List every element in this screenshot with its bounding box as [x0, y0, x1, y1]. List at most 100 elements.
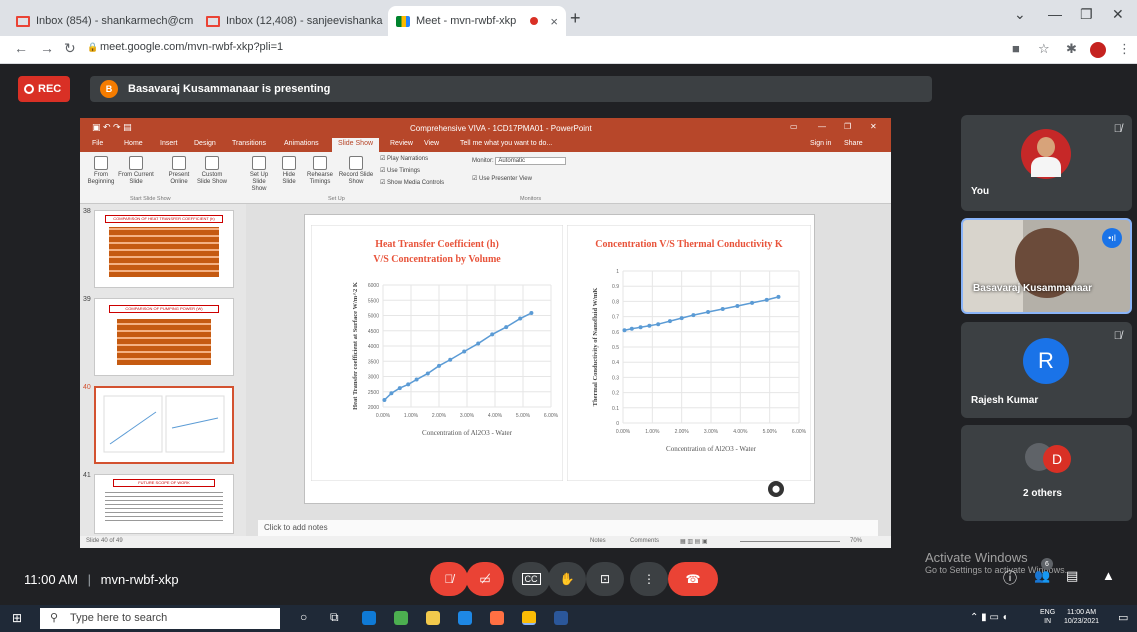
- rec-label: REC: [38, 83, 62, 95]
- x-tick-label: 3.00%: [704, 429, 719, 435]
- slide-thumbnail: COMPARISON OF PUMPING POWER (W): [94, 298, 234, 376]
- menu-icon[interactable]: ⋮: [1118, 41, 1131, 57]
- captions-button[interactable]: CC: [512, 562, 550, 596]
- ppt-tab: Transitions: [232, 140, 266, 147]
- y-tick-label: 3000: [368, 375, 379, 381]
- ppt-tab: Design: [194, 140, 216, 147]
- chart-title: Heat Transfer Coefficient (h): [375, 239, 499, 250]
- url-field[interactable]: meet.google.com/mvn-rwbf-xkp?pli=1: [100, 41, 283, 53]
- ppt-window-title: Comprehensive VIVA - 1CD17PMA01 - PowerP…: [410, 124, 592, 133]
- people-icon[interactable]: 👥: [1034, 568, 1050, 584]
- file-explorer-icon[interactable]: [426, 611, 440, 625]
- camera-toggle-button[interactable]: ▭̸: [466, 562, 504, 596]
- edge-icon[interactable]: [362, 611, 376, 625]
- tell-me-box: Tell me what you want to do...: [460, 140, 553, 147]
- data-point: [720, 307, 725, 311]
- windows-start-icon[interactable]: ⊞: [12, 611, 22, 625]
- end-call-button[interactable]: ☎: [668, 562, 718, 596]
- participant-avatar: D: [1043, 445, 1071, 473]
- sign-in-link: Sign in: [810, 140, 832, 147]
- thumb-charts: [103, 395, 225, 453]
- back-icon[interactable]: ←: [14, 40, 28, 56]
- data-point: [656, 322, 661, 327]
- ppt-tab: File: [92, 140, 104, 147]
- forward-icon[interactable]: →: [40, 40, 54, 56]
- hand-icon: ✋: [559, 572, 575, 586]
- store-icon[interactable]: [394, 611, 408, 625]
- restore-icon[interactable]: ❐: [1080, 6, 1093, 23]
- meeting-details[interactable]: 11:00 AM | mvn-rwbf-xkp: [24, 572, 179, 587]
- tab-gmail-1[interactable]: Inbox (854) - shankarmech@cm ×: [8, 6, 196, 36]
- participant-avatar: R: [1023, 338, 1069, 384]
- raise-hand-button[interactable]: ✋: [548, 562, 586, 596]
- y-tick-label: 0.3: [612, 375, 619, 381]
- minimize-icon[interactable]: —: [1048, 6, 1062, 22]
- recording-dot-icon: [530, 17, 539, 25]
- windows-taskbar: ⊞ ⚲ Type here to search ○ ⧉ ⌃ ▮ ▭ ◖ ENG I…: [0, 605, 1137, 632]
- task-view-icon[interactable]: ⧉: [330, 610, 339, 625]
- language-indicator[interactable]: ENG IN: [1040, 608, 1055, 626]
- cortana-icon[interactable]: ○: [300, 610, 307, 624]
- timer-icon: [313, 156, 327, 170]
- x-tick-label: 3.00%: [460, 413, 475, 419]
- data-point: [706, 310, 711, 315]
- custom-show-button: Custom Slide Show: [196, 156, 228, 186]
- chart-title: V/S Concentration by Volume: [373, 254, 501, 265]
- y-tick-label: 1: [616, 269, 619, 275]
- notifications-icon[interactable]: ▭: [1118, 611, 1128, 624]
- camera-icon[interactable]: ■: [1012, 41, 1020, 56]
- participant-tile-others[interactable]: D 2 others: [961, 425, 1132, 521]
- chevron-down-icon[interactable]: ⌄: [1014, 6, 1026, 23]
- data-point: [629, 326, 634, 331]
- meet-icon: [396, 15, 410, 27]
- word-icon[interactable]: [554, 611, 568, 625]
- meeting-info-icon[interactable]: ⓘ: [1003, 568, 1017, 588]
- x-tick-label: 1.00%: [404, 413, 419, 419]
- y-tick-label: 0.2: [612, 391, 619, 397]
- slide-nav-icon: ⬤: [768, 481, 784, 497]
- tab-meet[interactable]: Meet - mvn-rwbf-xkp ×: [388, 6, 566, 36]
- data-point: [382, 397, 387, 402]
- chat-icon[interactable]: ▤: [1066, 568, 1078, 584]
- firefox-icon[interactable]: [490, 611, 504, 625]
- extensions-icon[interactable]: ✱: [1066, 41, 1077, 57]
- activities-icon[interactable]: ▲: [1102, 568, 1115, 583]
- mic-toggle-button[interactable]: 🎙̸: [430, 562, 468, 596]
- mic-off-icon: 🎙̸: [1113, 330, 1122, 342]
- slide-number: 38: [83, 208, 91, 215]
- clock[interactable]: 11:00 AM 10/23/2021: [1064, 608, 1099, 626]
- chrome-icon[interactable]: [522, 611, 536, 625]
- group-label: Set Up: [328, 196, 345, 202]
- close-window-icon[interactable]: ✕: [1112, 6, 1124, 23]
- people-count-badge: 6: [1041, 558, 1053, 570]
- system-tray-icons[interactable]: ⌃ ▮ ▭ ◖: [970, 612, 1008, 623]
- y-tick-label: 4000: [368, 344, 379, 350]
- new-tab-button[interactable]: +: [570, 8, 581, 29]
- more-options-button[interactable]: ⋮: [630, 562, 668, 596]
- setup-icon: [252, 156, 266, 170]
- profile-avatar[interactable]: [1090, 42, 1106, 58]
- from-current-button: From Current Slide: [118, 156, 154, 186]
- recording-badge: REC: [18, 76, 70, 102]
- participant-tile-basavaraj[interactable]: •ıl Basavaraj Kusammanaar: [961, 218, 1132, 314]
- use-timings-check: ☑ Use Timings: [380, 168, 421, 174]
- reload-icon[interactable]: ↻: [64, 40, 76, 57]
- taskbar-search-input[interactable]: ⚲ Type here to search: [40, 608, 280, 629]
- gmail-icon: [16, 15, 30, 27]
- data-point: [397, 386, 402, 391]
- y-tick-label: 0: [616, 421, 619, 427]
- present-button[interactable]: ⊡: [586, 562, 624, 596]
- data-point: [490, 332, 495, 337]
- mail-icon[interactable]: [458, 611, 472, 625]
- star-icon[interactable]: ☆: [1038, 41, 1050, 57]
- y-tick-label: 2500: [368, 390, 379, 396]
- meeting-time: 11:00 AM: [24, 572, 78, 587]
- participant-tile-rajesh[interactable]: R 🎙̸ Rajesh Kumar: [961, 322, 1132, 418]
- close-icon[interactable]: ×: [550, 14, 558, 29]
- slideshow-icon: [94, 156, 108, 170]
- participant-tile-you[interactable]: 🎙̸ You: [961, 115, 1132, 211]
- from-beginning-button: From Beginning: [86, 156, 116, 186]
- ribbon-display-icon: ▭: [790, 122, 798, 131]
- tab-gmail-2[interactable]: Inbox (12,408) - sanjeevishanka ×: [198, 6, 386, 36]
- ppt-tab: View: [424, 140, 440, 147]
